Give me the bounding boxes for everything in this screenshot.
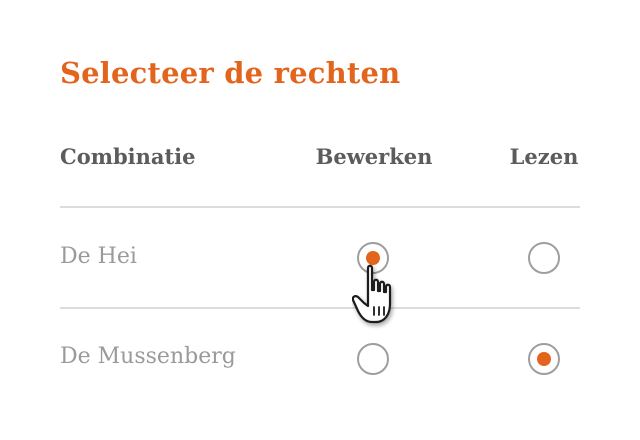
page-title: Selecteer de rechten — [60, 56, 401, 90]
radio-de-hei-lezen[interactable] — [528, 242, 560, 274]
radio-de-mussenberg-lezen[interactable] — [528, 343, 560, 375]
radio-dot — [537, 352, 551, 366]
column-header-combinatie: Combinatie — [60, 144, 196, 169]
table-divider — [60, 206, 580, 208]
column-header-lezen: Lezen — [509, 144, 579, 169]
row-label-de-hei: De Hei — [60, 244, 137, 269]
radio-de-mussenberg-bewerken[interactable] — [357, 343, 389, 375]
column-header-bewerken: Bewerken — [315, 144, 433, 169]
row-label-de-mussenberg: De Mussenberg — [60, 344, 236, 369]
table-divider — [60, 307, 580, 309]
hand-pointer-icon — [352, 264, 392, 324]
